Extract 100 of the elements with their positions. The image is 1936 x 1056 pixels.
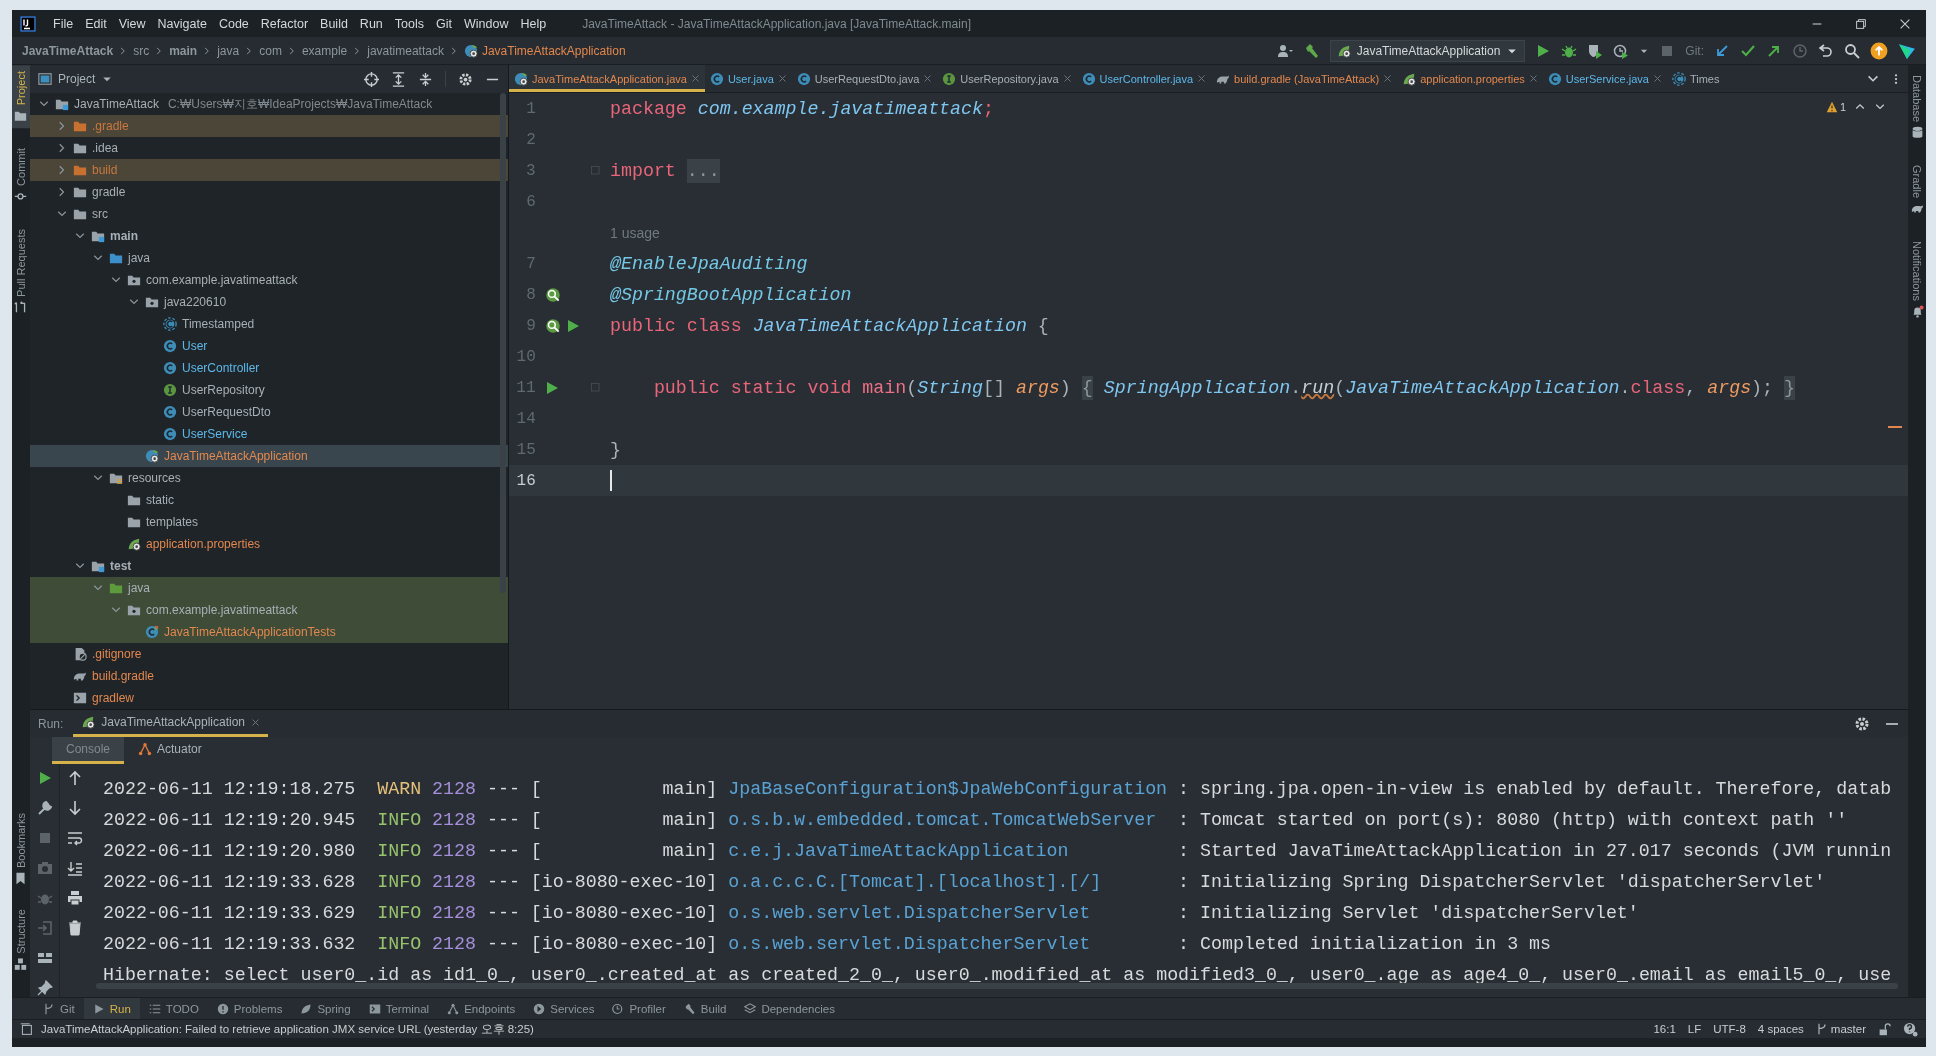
scroll-to-end-icon[interactable] (67, 860, 83, 876)
panel-toggle-icon[interactable] (20, 1022, 33, 1036)
menu-item[interactable]: File (47, 12, 80, 35)
logger-link[interactable]: o.s.web.servlet.DispatcherServlet (728, 902, 1168, 923)
warning-count[interactable]: 1 (1825, 101, 1846, 113)
tool-window-button[interactable]: Notifications (1908, 235, 1926, 325)
line-separator[interactable]: LF (1687, 1023, 1702, 1035)
tree-item[interactable]: JavaTimeAttackApplication (30, 445, 508, 467)
usage-hint[interactable]: 1 usage (610, 224, 660, 241)
logger-link[interactable]: c.e.j.JavaTimeAttackApplication (728, 840, 1168, 861)
expand-all-icon[interactable] (391, 71, 406, 87)
tree-item[interactable]: main (30, 225, 508, 247)
menu-item[interactable]: Code (212, 12, 255, 35)
editor-tab[interactable]: Times (1666, 65, 1725, 92)
editor-tab[interactable]: application.properties (1397, 65, 1543, 92)
help-icon[interactable] (1903, 1021, 1918, 1037)
editor-tab[interactable]: UserController.java (1076, 65, 1212, 92)
editor-tab[interactable]: UserService.java (1542, 65, 1667, 92)
settings-icon[interactable] (458, 71, 473, 87)
editor-tab[interactable]: User.java (704, 65, 792, 92)
tree-item[interactable]: application.properties (30, 533, 508, 555)
warning-marker[interactable] (1888, 426, 1902, 428)
tree-item[interactable]: templates (30, 511, 508, 533)
console-tab[interactable]: Actuator (124, 737, 216, 764)
fold-marker-icon[interactable] (590, 381, 602, 394)
tool-window-button[interactable]: Terminal (359, 998, 439, 1019)
tool-window-button[interactable]: Problems (207, 998, 292, 1019)
menu-item[interactable]: View (112, 12, 152, 35)
menu-item[interactable]: Tools (388, 12, 430, 35)
tool-window-button[interactable]: Gradle (1908, 159, 1926, 222)
app-logo-icon[interactable] (1898, 41, 1916, 60)
tree-item[interactable]: static (30, 489, 508, 511)
menu-item[interactable]: Build (314, 12, 354, 35)
tree-item[interactable]: build.gradle (30, 665, 508, 687)
tool-window-button[interactable]: Spring (291, 998, 360, 1019)
collapse-all-icon[interactable] (418, 71, 433, 87)
editor-tab[interactable]: JavaTimeAttackApplication.java (509, 65, 705, 92)
fold-marker-icon[interactable] (590, 164, 602, 177)
scrollbar[interactable] (500, 93, 506, 593)
tree-item[interactable]: java (30, 577, 508, 599)
breadcrumb[interactable]: com (257, 43, 284, 58)
lock-icon[interactable] (1878, 1022, 1891, 1036)
tree-item[interactable]: UserService (30, 423, 508, 445)
breadcrumb[interactable]: JavaTimeAttack (20, 43, 116, 58)
hammer-icon[interactable] (1303, 42, 1320, 59)
coverage-icon[interactable] (1587, 42, 1604, 59)
tree-item[interactable]: User (30, 335, 508, 357)
breadcrumb[interactable]: main (167, 43, 200, 58)
git-branch[interactable]: master (1815, 1023, 1866, 1035)
file-encoding[interactable]: UTF-8 (1713, 1023, 1746, 1035)
logger-link[interactable]: JpaBaseConfiguration$JpaWebConfiguration (728, 778, 1168, 799)
tool-window-button[interactable]: Services (524, 998, 604, 1019)
tool-window-button[interactable]: Run (83, 998, 140, 1019)
tool-window-button[interactable]: Git (34, 998, 84, 1019)
run-configuration-dropdown[interactable]: JavaTimeAttackApplication (1329, 39, 1526, 62)
tool-window-button[interactable]: Build (674, 998, 736, 1019)
trash-icon[interactable] (67, 920, 83, 936)
editor-tab[interactable]: UserRequestDto.java (791, 65, 938, 92)
breadcrumb[interactable]: example (299, 43, 350, 58)
tree-item[interactable]: com.example.javatimeattack (30, 269, 508, 291)
tool-window-button[interactable]: Commit (12, 142, 30, 210)
indent-setting[interactable]: 4 spaces (1757, 1023, 1804, 1035)
arrow-down-icon[interactable] (67, 800, 83, 816)
menu-item[interactable]: Window (457, 12, 515, 35)
print-icon[interactable] (67, 890, 83, 906)
tree-item[interactable]: UserRepository (30, 379, 508, 401)
bean-icon[interactable] (543, 285, 562, 304)
tool-window-button[interactable]: Profiler (603, 998, 675, 1019)
tree-item[interactable]: UserRequestDto (30, 401, 508, 423)
menu-item[interactable]: Navigate (151, 12, 213, 35)
tree-item[interactable]: .idea (30, 137, 508, 159)
tree-item[interactable]: JavaTimeAttackApplicationTests (30, 621, 508, 643)
tree-item[interactable]: Timestamped (30, 313, 508, 335)
logger-link[interactable]: o.s.b.w.embedded.tomcat.TomcatWebServer (728, 809, 1168, 830)
profiler-icon[interactable] (1613, 42, 1630, 59)
locate-icon[interactable] (364, 71, 379, 87)
folded-code[interactable]: { (1081, 375, 1093, 400)
tree-item[interactable]: src (30, 203, 508, 225)
bean-icon[interactable] (543, 316, 562, 335)
tree-item[interactable]: JavaTimeAttack C:₩Users₩지호₩IdeaProjects₩JavaTimeAttack (30, 93, 508, 115)
tree-item[interactable]: .gitignore (30, 643, 508, 665)
menu-item[interactable]: Run (353, 12, 389, 35)
update-icon[interactable] (1714, 42, 1730, 59)
status-message[interactable]: JavaTimeAttackApplication: Failed to retrieve application JMX service URL (yesterday 오후 8:25) (41, 1021, 534, 1037)
update-available-icon[interactable] (1870, 41, 1888, 60)
wrench-icon[interactable] (36, 800, 53, 816)
tree-item[interactable]: resources (30, 467, 508, 489)
tree-item[interactable]: gradle (30, 181, 508, 203)
logger-link[interactable]: o.a.c.c.C.[Tomcat].[localhost].[/] (728, 871, 1168, 892)
layout-icon[interactable] (36, 950, 53, 966)
tree-item[interactable]: java (30, 247, 508, 269)
folded-code[interactable]: ... (686, 158, 720, 183)
breadcrumb[interactable]: java (215, 43, 242, 58)
breadcrumb[interactable]: src (131, 43, 152, 58)
soft-wrap-icon[interactable] (67, 830, 83, 846)
logger-link[interactable]: o.s.web.servlet.DispatcherServlet (728, 933, 1168, 954)
pin-icon[interactable] (36, 980, 53, 996)
tool-window-button[interactable]: Project (12, 65, 30, 129)
arrow-up-icon[interactable] (67, 770, 83, 786)
tree-item[interactable]: com.example.javatimeattack (30, 599, 508, 621)
